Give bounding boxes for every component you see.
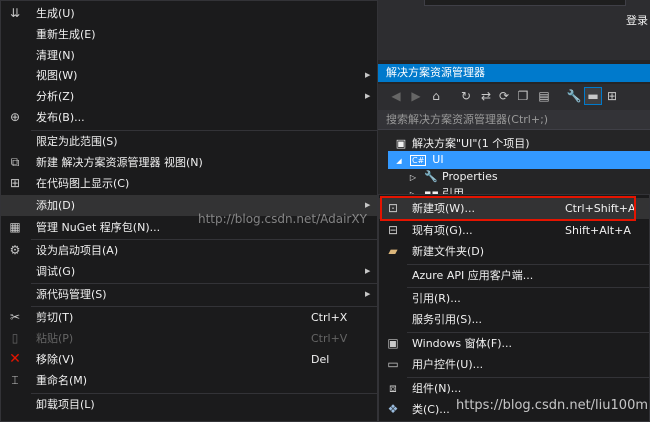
menu-item-cut[interactable]: ✂ 剪切(T) Ctrl+X: [1, 307, 377, 328]
menu-item-show-on-code-map[interactable]: ⊞ 在代码图上显示(C): [1, 173, 377, 194]
wrench-icon: 🔧: [424, 170, 438, 183]
menu-item-analyze[interactable]: 分析(Z) ▶: [1, 86, 377, 107]
menu-item-new-explorer-view[interactable]: ⧉ 新建 解决方案资源管理器 视图(N): [1, 152, 377, 173]
nuget-icon: ▦: [9, 220, 21, 234]
menu-item-view[interactable]: 视图(W) ▶: [1, 65, 377, 86]
folder-icon: ▰: [388, 244, 398, 258]
menu-item-debug[interactable]: 调试(G) ▶: [1, 261, 377, 282]
preview-icon[interactable]: ▬: [584, 87, 602, 105]
back-icon[interactable]: ◀: [388, 88, 404, 104]
menu-item-service-reference[interactable]: 服务引用(S)...: [379, 309, 649, 330]
highlight-box: [380, 196, 636, 221]
home-icon[interactable]: ⌂: [428, 88, 444, 104]
properties-wrench-icon[interactable]: 🔧: [566, 88, 582, 104]
tree-item-properties[interactable]: ▷ 🔧 Properties: [406, 168, 498, 186]
show-all-files-icon[interactable]: ▤: [536, 88, 552, 104]
menu-item-windows-form[interactable]: ▣ Windows 窗体(F)...: [379, 333, 649, 354]
menu-item-unload-project[interactable]: 卸载项目(L): [1, 394, 377, 415]
menu-item-paste: ▯ 粘贴(P) Ctrl+V: [1, 328, 377, 349]
watermark-bottom: https://blog.csdn.net/liu100m: [456, 398, 648, 413]
expand-arrow-icon[interactable]: ◢: [392, 152, 406, 170]
menu-item-reference[interactable]: 引用(R)...: [379, 288, 649, 309]
component-icon: ⧈: [389, 381, 397, 395]
login-link[interactable]: 登录: [626, 12, 648, 28]
menu-item-source-control[interactable]: 源代码管理(S) ▶: [1, 284, 377, 305]
user-control-icon: ▭: [387, 357, 399, 371]
solution-explorer-search-input[interactable]: 搜索解决方案资源管理器(Ctrl+;): [378, 110, 650, 130]
submenu-arrow-icon: ▶: [365, 290, 371, 298]
remove-x-icon: ✕: [9, 351, 21, 367]
menu-item-new-folder[interactable]: ▰ 新建文件夹(D): [379, 241, 649, 262]
menu-item-clean[interactable]: 清理(N): [1, 45, 377, 66]
rename-icon: ⌶: [11, 373, 19, 387]
tree-item-project-ui[interactable]: ◢ C# UI: [388, 151, 650, 169]
refresh-icon[interactable]: ⟳: [496, 88, 512, 104]
solution-explorer-title: 解决方案资源管理器: [378, 64, 650, 82]
menu-item-azure-api-client[interactable]: Azure API 应用客户端...: [379, 265, 649, 286]
swap-icon[interactable]: ⇄: [478, 88, 494, 104]
watermark-center: http://blog.csdn.net/AdairXY: [198, 212, 367, 226]
add-submenu: ⊡ 新建项(W)... Ctrl+Shift+A ⊟ 现有项(G)... Shift+A…: [378, 194, 650, 422]
menu-item-user-control[interactable]: ▭ 用户控件(U)...: [379, 354, 649, 375]
scissors-icon: ✂: [9, 310, 21, 324]
menu-item-scope-to-this[interactable]: 限定为此范围(S): [1, 131, 377, 152]
publish-globe-icon: ⊕: [9, 110, 21, 124]
forward-icon[interactable]: ▶: [408, 88, 424, 104]
solution-explorer-toolbar: ◀ ▶ ⌂ ↻ ⇄ ⟳ ❐ ▤ 🔧 ▬ ⊞: [378, 84, 650, 110]
tree-icon[interactable]: ⊞: [604, 88, 620, 104]
build-icon: ⇊: [9, 6, 21, 20]
paste-icon: ▯: [11, 331, 19, 345]
submenu-arrow-icon: ▶: [365, 92, 371, 100]
copy-icon[interactable]: ❐: [515, 88, 531, 104]
sync-icon[interactable]: ↻: [458, 88, 474, 104]
csharp-project-icon: C#: [410, 155, 427, 166]
new-view-icon: ⧉: [10, 155, 20, 169]
title-frame: [424, 0, 626, 6]
gear-icon: ⚙: [9, 243, 21, 257]
existing-item-icon: ⊟: [387, 223, 399, 237]
code-map-icon: ⊞: [9, 176, 21, 190]
menu-item-rebuild[interactable]: 重新生成(E): [1, 24, 377, 45]
submenu-arrow-icon: ▶: [365, 71, 371, 79]
submenu-arrow-icon: ▶: [365, 267, 371, 275]
project-context-menu: ⇊ 生成(U) 重新生成(E) 清理(N) 视图(W) ▶ 分析(Z) ▶ ⊕ 发布(B…: [0, 0, 378, 422]
title-bar-area: 登录: [378, 0, 650, 60]
menu-item-set-startup[interactable]: ⚙ 设为启动项目(A): [1, 240, 377, 261]
menu-item-build[interactable]: ⇊ 生成(U): [1, 3, 377, 24]
menu-item-rename[interactable]: ⌶ 重命名(M): [1, 370, 377, 391]
class-icon: ❖: [387, 402, 399, 416]
windows-form-icon: ▣: [387, 336, 399, 350]
menu-item-remove[interactable]: ✕ 移除(V) Del: [1, 349, 377, 370]
menu-item-publish[interactable]: ⊕ 发布(B)...: [1, 107, 377, 128]
menu-item-component[interactable]: ⧈ 组件(N)...: [379, 378, 649, 399]
menu-item-existing-item[interactable]: ⊟ 现有项(G)... Shift+Alt+A: [379, 220, 649, 241]
